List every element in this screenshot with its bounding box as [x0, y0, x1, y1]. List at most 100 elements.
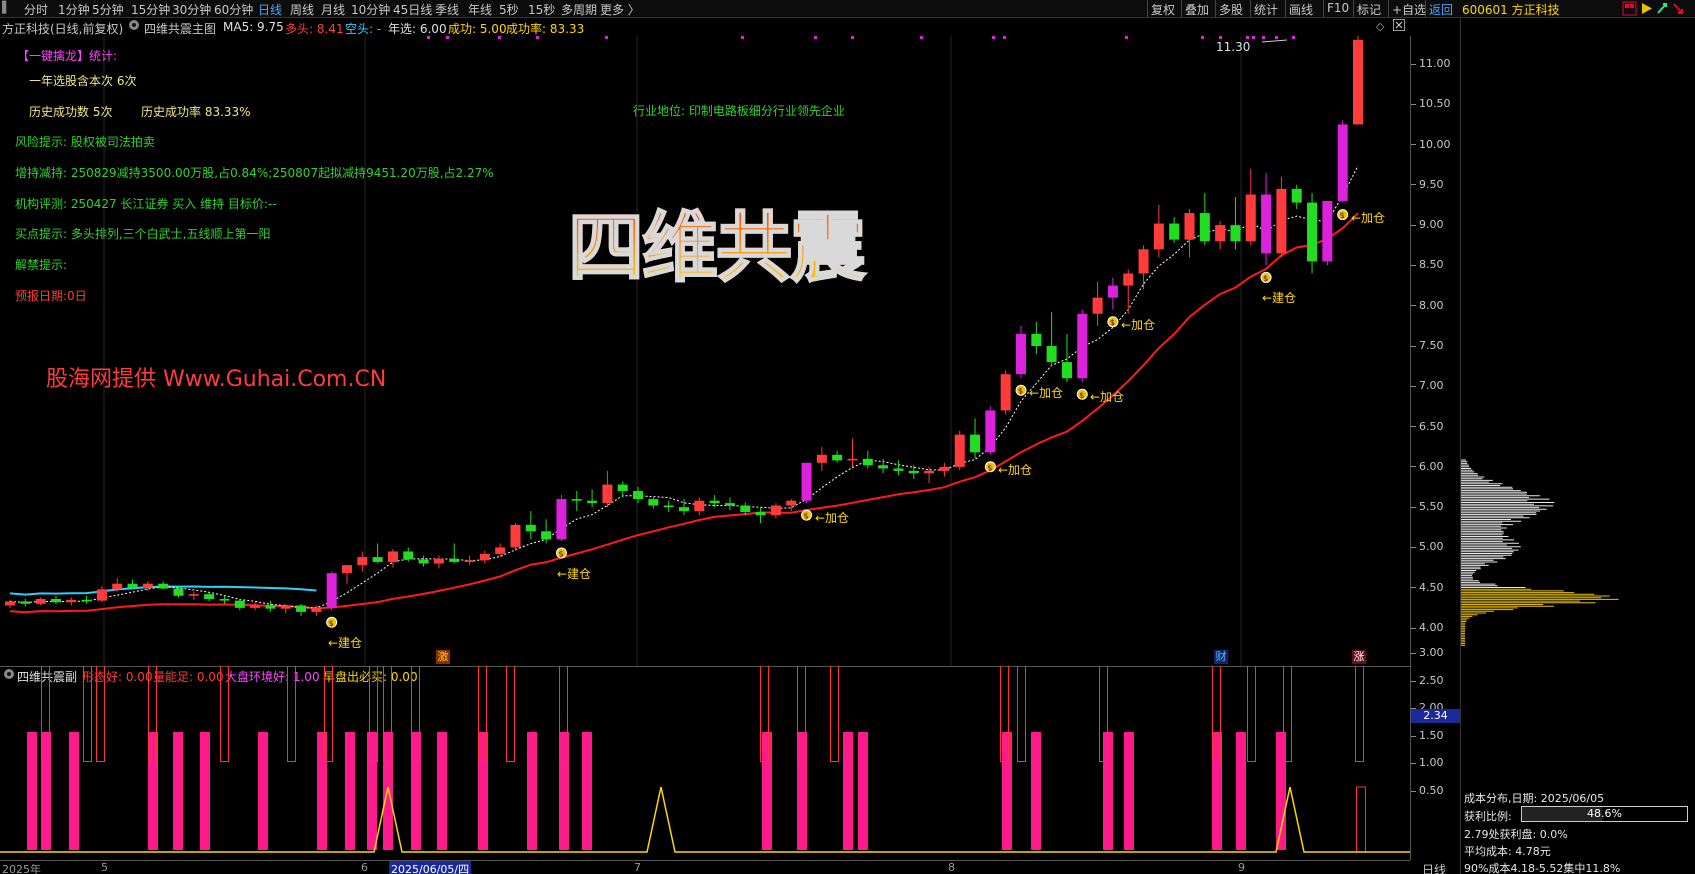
- candle[interactable]: [173, 586, 184, 598]
- candle[interactable]: [954, 430, 965, 471]
- candle[interactable]: [66, 597, 77, 606]
- period-tab-10[interactable]: 45日线: [393, 1, 432, 18]
- period-tab-7[interactable]: 周线: [290, 1, 314, 18]
- money-bag-icon[interactable]: $: [1015, 384, 1027, 396]
- candle[interactable]: [1307, 192, 1318, 274]
- grid-icon[interactable]: [1622, 1, 1637, 16]
- candle[interactable]: [20, 598, 31, 607]
- period-tab-3[interactable]: 15分钟: [131, 1, 170, 18]
- period-tab-13[interactable]: 5秒: [499, 1, 519, 18]
- candle[interactable]: [556, 495, 567, 541]
- candle[interactable]: [1245, 168, 1256, 246]
- money-bag-icon[interactable]: $: [1076, 388, 1088, 400]
- candle[interactable]: [387, 549, 398, 568]
- money-bag-icon[interactable]: $: [326, 616, 338, 628]
- candle[interactable]: [985, 406, 996, 455]
- period-tab-11[interactable]: 季线: [435, 1, 459, 18]
- money-bag-icon[interactable]: $: [555, 547, 567, 559]
- candle[interactable]: [142, 581, 153, 591]
- candle[interactable]: [1291, 184, 1302, 210]
- candle[interactable]: [893, 460, 904, 475]
- candlestick-chart[interactable]: $ $ $ $ $ $ $ $ $: [0, 36, 1410, 666]
- period-tab-0[interactable]: 分时: [24, 1, 48, 18]
- toolbar-button-4[interactable]: 画线: [1289, 1, 1313, 18]
- candle[interactable]: [1230, 196, 1241, 250]
- candle[interactable]: [188, 591, 199, 600]
- period-label[interactable]: 日线: [1422, 861, 1446, 874]
- candle[interactable]: [1031, 321, 1042, 355]
- flag-ji[interactable]: 激: [436, 650, 450, 664]
- candle[interactable]: [449, 543, 460, 564]
- trend-icon[interactable]: [1657, 3, 1667, 14]
- candle[interactable]: [679, 499, 689, 516]
- period-tab-12[interactable]: 年线: [468, 1, 492, 18]
- candle[interactable]: [418, 555, 429, 567]
- candle[interactable]: [801, 462, 812, 504]
- candle[interactable]: [510, 523, 521, 551]
- candle[interactable]: [602, 470, 613, 508]
- candle[interactable]: [1169, 217, 1180, 243]
- play-icon[interactable]: [1642, 3, 1652, 14]
- period-tab-1[interactable]: 1分钟: [58, 1, 90, 18]
- candle[interactable]: [1337, 120, 1348, 203]
- period-tab-15[interactable]: 多周期: [561, 1, 597, 18]
- candle[interactable]: [372, 543, 383, 564]
- candle[interactable]: [403, 547, 414, 562]
- candle[interactable]: [663, 500, 674, 512]
- period-tab-16[interactable]: 更多 〉: [600, 1, 640, 18]
- candle[interactable]: [35, 597, 46, 606]
- candle[interactable]: [862, 450, 873, 469]
- arrow-icon[interactable]: [1673, 3, 1683, 14]
- candle[interactable]: [1199, 192, 1210, 246]
- candle[interactable]: [296, 603, 307, 616]
- candle[interactable]: [571, 491, 582, 512]
- diamond-icon[interactable]: ◇: [1376, 20, 1384, 33]
- candle[interactable]: [464, 555, 475, 566]
- candle[interactable]: [587, 489, 598, 508]
- money-bag-icon[interactable]: $: [1260, 271, 1272, 283]
- period-tab-4[interactable]: 30分钟: [172, 1, 211, 18]
- candle[interactable]: [541, 519, 552, 544]
- candle[interactable]: [265, 600, 276, 612]
- candle[interactable]: [525, 511, 536, 540]
- money-bag-icon[interactable]: $: [984, 461, 996, 473]
- candle[interactable]: [847, 438, 858, 467]
- candle[interactable]: [479, 550, 490, 564]
- money-bag-icon[interactable]: $: [801, 509, 813, 521]
- candle[interactable]: [433, 555, 444, 569]
- candle[interactable]: [342, 565, 352, 584]
- candle[interactable]: [908, 465, 919, 479]
- candle[interactable]: [5, 599, 15, 608]
- candle[interactable]: [1215, 221, 1226, 250]
- close-chart-icon[interactable]: [1393, 19, 1405, 34]
- candle[interactable]: [786, 499, 797, 512]
- candle[interactable]: [1138, 245, 1149, 290]
- candle[interactable]: [234, 598, 245, 611]
- period-tab-6[interactable]: 日线: [258, 1, 282, 18]
- period-tab-2[interactable]: 5分钟: [92, 1, 124, 18]
- candle[interactable]: [1322, 200, 1333, 266]
- candle[interactable]: [357, 551, 368, 572]
- candle[interactable]: [1077, 309, 1088, 383]
- candle[interactable]: [1353, 36, 1363, 125]
- candle[interactable]: [1261, 172, 1272, 266]
- toolbar-button-6[interactable]: 标记: [1357, 1, 1381, 18]
- candle[interactable]: [250, 602, 261, 611]
- candle[interactable]: [326, 571, 337, 611]
- candle[interactable]: [1184, 209, 1195, 258]
- candle[interactable]: [1153, 205, 1164, 258]
- toolbar-button-0[interactable]: 复权: [1151, 1, 1175, 18]
- candle[interactable]: [1276, 176, 1287, 258]
- candle[interactable]: [1061, 333, 1072, 383]
- candle[interactable]: [1000, 370, 1011, 415]
- candle[interactable]: [495, 543, 506, 558]
- menu-toggle-icon[interactable]: ▌: [2, 1, 10, 14]
- flag-zhang[interactable]: 涨: [1352, 650, 1366, 664]
- candle[interactable]: [1092, 281, 1103, 326]
- candle[interactable]: [1123, 269, 1134, 314]
- candle[interactable]: [816, 446, 827, 471]
- candle[interactable]: [96, 586, 107, 603]
- flag-cai[interactable]: 财: [1214, 650, 1228, 664]
- toolbar-button-7[interactable]: +自选: [1392, 1, 1426, 18]
- candle[interactable]: [50, 595, 61, 604]
